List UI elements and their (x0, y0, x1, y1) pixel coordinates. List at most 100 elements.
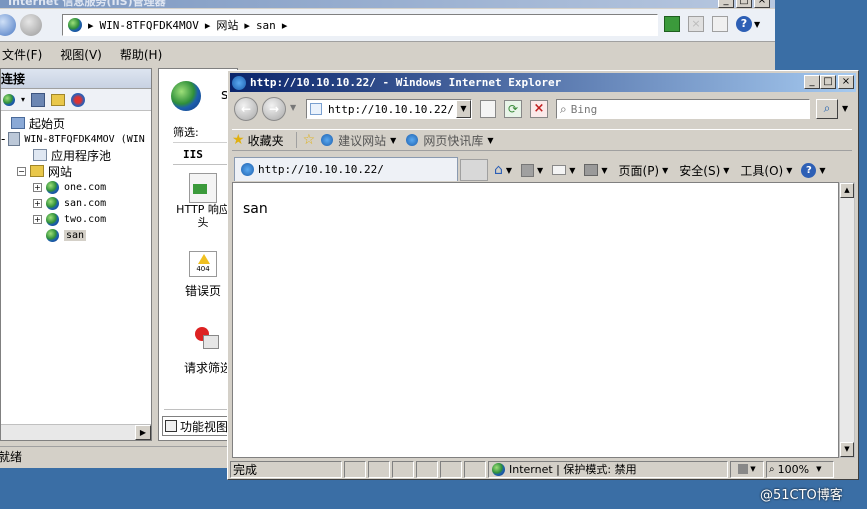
connect-dropdown-icon[interactable]: ▾ (21, 95, 25, 104)
connections-hscrollbar[interactable]: ▶ (1, 424, 151, 440)
compat-view-icon[interactable] (480, 100, 496, 118)
home-icon[interactable] (712, 16, 728, 32)
home-dropdown-icon[interactable]: ▼ (506, 166, 512, 175)
zoom-level[interactable]: 100% (778, 463, 809, 476)
help-dropdown-icon[interactable]: ▼ (754, 20, 760, 29)
feature-http-label-1: HTTP 响应 (176, 203, 230, 216)
iis-close-button[interactable]: × (754, 0, 770, 8)
tree-app-pools[interactable]: 应用程序池 (51, 147, 111, 164)
add-favorites-icon[interactable]: ☆ (303, 132, 316, 148)
watermark: @51CTO博客 (760, 488, 843, 503)
home-icon[interactable]: ⌂ (494, 162, 503, 178)
breadcrumb-sep-icon: ▸ (281, 18, 288, 32)
web-slice-link[interactable]: 网页快讯库 (423, 132, 483, 149)
internet-zone-icon (492, 462, 505, 476)
ie-help-dropdown-icon[interactable]: ▼ (819, 166, 825, 175)
tree-server[interactable]: WIN-8TFQFDK4MOV (WIN (24, 134, 144, 145)
history-dropdown-icon[interactable]: ▼ (290, 103, 296, 112)
zoom-dropdown-icon[interactable]: ▼ (816, 465, 821, 473)
security-dropdown-icon[interactable]: ▼ (750, 465, 755, 473)
save-icon[interactable] (31, 92, 46, 107)
address-text[interactable]: http://10.10.10.22/ (328, 103, 454, 116)
site-globe-icon (46, 196, 59, 210)
ie-tab[interactable]: http://10.10.10.22/ (234, 157, 458, 181)
connect-icon[interactable] (3, 93, 15, 106)
ie-back-button[interactable]: ← (234, 97, 258, 121)
suggested-sites-link[interactable]: 建议网站 (338, 132, 386, 149)
menu-file[interactable]: 文件(F) (2, 46, 42, 63)
tree-site-two[interactable]: two.com (64, 214, 106, 225)
print-dropdown-icon[interactable]: ▼ (601, 166, 607, 175)
ie-command-bar: ⌂ ▼ ▼ ▼ ▼ 页面(P) ▼ 安全(S) ▼ 工具(O) ▼ ? ▼ (494, 159, 826, 181)
back-arrow-icon: ← (240, 102, 252, 116)
ie-status-bar: 完成 Internet | 保护模式: 禁用 ▼ ⌕ 100% ▼ (230, 459, 858, 479)
print-icon[interactable] (584, 164, 599, 176)
iis-status-bar: 就绪 (0, 446, 230, 466)
security-lock-icon[interactable] (738, 464, 749, 474)
iis-breadcrumb[interactable]: ▸ WIN-8TFQFDK4MOV ▸ 网站 ▸ san ▸ (62, 14, 658, 36)
web-slice-dropdown-icon[interactable]: ▼ (487, 136, 493, 145)
start-page-icon (11, 117, 25, 129)
iis-maximize-button[interactable]: □ (736, 0, 752, 8)
address-dropdown-button[interactable]: ▼ (456, 100, 471, 118)
tree-start-page[interactable]: 起始页 (29, 115, 65, 132)
favorites-star-icon: ★ (232, 132, 245, 148)
ie-vscrollbar[interactable]: ▲ ▼ (839, 182, 855, 458)
ie-maximize-button[interactable]: □ (820, 75, 836, 89)
scroll-right-icon[interactable]: ▶ (135, 425, 151, 440)
page-dropdown-icon[interactable]: ▼ (662, 166, 668, 175)
disconnect-icon[interactable] (71, 92, 86, 107)
ie-forward-button[interactable]: → (262, 97, 286, 121)
safety-dropdown-icon[interactable]: ▼ (723, 166, 729, 175)
breadcrumb-site[interactable]: san (256, 19, 276, 32)
refresh-icon[interactable]: ⟳ (504, 100, 522, 118)
iis-minimize-button[interactable]: _ (718, 0, 734, 8)
menu-help[interactable]: 帮助(H) (120, 46, 162, 63)
tools-menu[interactable]: 工具(O) (740, 162, 783, 179)
iis-title-text: Internet 信息服务(IIS)管理器 (8, 0, 166, 8)
tree-sites[interactable]: 网站 (48, 163, 72, 180)
feature-http-headers[interactable]: HTTP 响应 头 (173, 173, 233, 237)
feeds-dropdown-icon[interactable]: ▼ (537, 166, 543, 175)
scroll-up-icon[interactable]: ▲ (840, 183, 854, 198)
server-globe-icon (68, 18, 82, 32)
collapse-icon[interactable]: − (17, 166, 26, 176)
breadcrumb-server[interactable]: WIN-8TFQFDK4MOV (100, 19, 199, 32)
search-options-icon[interactable]: ▼ (842, 104, 848, 113)
mail-icon[interactable] (552, 165, 567, 175)
page-menu[interactable]: 页面(P) (619, 162, 660, 179)
expand-icon[interactable]: + (33, 182, 42, 192)
new-tab-button[interactable] (460, 159, 488, 181)
expand-icon[interactable]: + (33, 198, 42, 208)
ie-close-button[interactable]: × (838, 75, 854, 89)
ie-help-icon[interactable]: ? (801, 162, 817, 178)
up-folder-icon[interactable] (51, 93, 66, 106)
safety-menu[interactable]: 安全(S) (679, 162, 720, 179)
go-icon[interactable] (664, 16, 680, 32)
suggested-dropdown-icon[interactable]: ▼ (390, 136, 396, 145)
ie-minimize-button[interactable]: _ (804, 75, 820, 89)
expand-icon[interactable]: + (33, 214, 42, 224)
feature-error-pages[interactable]: 404 错误页 (173, 251, 233, 301)
zone-text[interactable]: Internet | 保护模式: 禁用 (509, 461, 637, 477)
feeds-icon[interactable] (521, 163, 535, 177)
favorites-button[interactable]: 收藏夹 (248, 132, 284, 149)
ie-search-box[interactable]: ⌕ Bing (556, 99, 810, 119)
iis-forward-icon[interactable] (20, 14, 42, 36)
mail-dropdown-icon[interactable]: ▼ (569, 166, 575, 175)
stop-icon[interactable]: × (530, 100, 548, 118)
tree-site-san-com[interactable]: san.com (64, 198, 106, 209)
search-button[interactable]: ⌕ (816, 99, 838, 119)
ie-address-bar[interactable]: http://10.10.10.22/ (306, 99, 472, 119)
feature-view-tab[interactable]: 功能视图 (162, 416, 232, 436)
help-icon[interactable]: ? (736, 16, 752, 32)
tree-site-one[interactable]: one.com (64, 182, 106, 193)
scroll-down-icon[interactable]: ▼ (840, 442, 854, 457)
breadcrumb-sites[interactable]: 网站 (216, 17, 238, 33)
menu-view[interactable]: 视图(V) (60, 46, 102, 63)
stop-icon[interactable]: × (688, 16, 704, 32)
tree-site-san[interactable]: san (64, 229, 87, 241)
tools-dropdown-icon[interactable]: ▼ (786, 166, 792, 175)
feature-error-label: 错误页 (184, 284, 221, 298)
suggested-sites-icon (321, 134, 334, 146)
